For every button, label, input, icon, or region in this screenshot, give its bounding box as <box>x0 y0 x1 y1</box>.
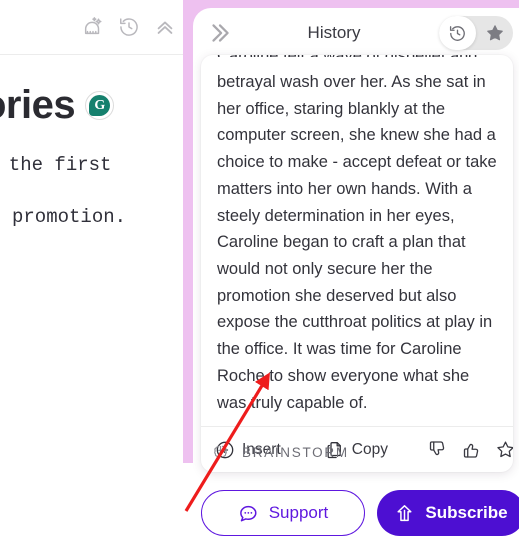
suggestion-card: Caroline felt a wave of disbelief and be… <box>201 55 513 473</box>
chat-bubble-dots-icon <box>238 503 259 524</box>
support-button[interactable]: Support <box>201 490 365 536</box>
copy-label: Copy <box>351 440 388 458</box>
document-body: ories G s the first promotion. <box>0 55 190 228</box>
thumbs-down-icon[interactable] <box>424 436 452 464</box>
brain-icon <box>211 443 230 462</box>
brainstorm-section-header: BRAINSTORM <box>211 443 349 462</box>
double-chevron-right-icon[interactable] <box>207 20 233 46</box>
feedback-group <box>424 436 513 464</box>
grammarly-logo-letter: G <box>89 95 111 116</box>
mode-toggle[interactable] <box>439 16 513 50</box>
toggle-option-history[interactable] <box>439 16 476 50</box>
suggestion-text: betrayal wash over her. As she sat in he… <box>217 73 497 412</box>
history-icon[interactable] <box>118 16 140 38</box>
support-label: Support <box>268 503 329 522</box>
document-title: ories G <box>0 83 190 128</box>
subscribe-label: Subscribe <box>425 503 508 522</box>
document-line-1: s the first <box>0 154 112 176</box>
suggestion-text-wrapper: Caroline felt a wave of disbelief and be… <box>201 55 513 426</box>
subscribe-button[interactable]: Subscribe <box>377 490 519 536</box>
double-chevron-up-icon[interactable] <box>154 16 176 38</box>
document-panel: ories G s the first promotion. <box>0 0 190 543</box>
suggestion-clipped-line: Caroline felt a wave of disbelief and <box>217 55 497 57</box>
thumbs-up-icon[interactable] <box>458 436 486 464</box>
cta-row: Support Subscribe <box>201 490 519 536</box>
document-toolbar <box>0 0 190 55</box>
brainstorm-label: BRAINSTORM <box>242 445 349 460</box>
document-line-2: promotion. <box>12 206 127 228</box>
toggle-option-favorites[interactable] <box>476 16 513 50</box>
star-outline-icon[interactable] <box>492 436 513 464</box>
grammarly-badge-icon[interactable]: G <box>85 91 115 120</box>
assistant-header: History <box>193 8 519 58</box>
magic-wand-icon[interactable] <box>82 16 104 38</box>
arrow-up-icon <box>394 503 415 524</box>
assistant-panel: History Caroline felt a wave of disbelie… <box>193 8 519 543</box>
panel-title: History <box>307 23 361 42</box>
document-title-text: ories <box>0 83 76 127</box>
